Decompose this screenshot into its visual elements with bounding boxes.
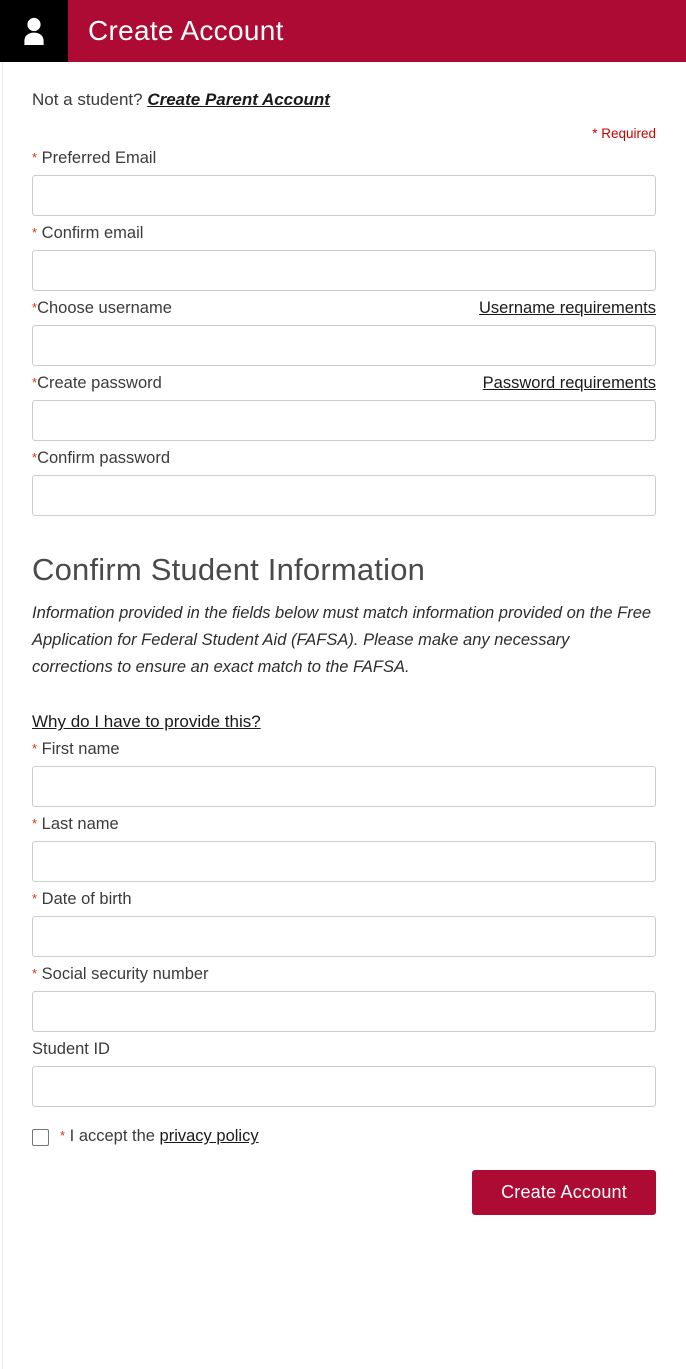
field-header: Student ID [32,1039,656,1061]
input-first-name[interactable] [32,766,656,808]
account-fields-group: * Preferred Email * Confirm email *Choose … [32,148,656,517]
field-label: * First name [32,740,120,759]
field-label: * Social security number [32,965,209,984]
required-asterisk: * [32,891,38,907]
input-confirm-email[interactable] [32,250,656,292]
accept-privacy-label: * I accept the privacy policy [60,1127,259,1147]
field-header: *Choose username Username requirements [32,298,656,320]
input-social-security-number[interactable] [32,991,656,1033]
input-student-id[interactable] [32,1066,656,1108]
field-date-of-birth: * Date of birth [32,889,656,958]
field-student-id: Student ID [32,1039,656,1108]
required-note: * Required [592,126,656,142]
field-label: *Confirm password [32,449,171,468]
required-asterisk: * [32,225,38,241]
input-preferred-email[interactable] [32,175,656,217]
input-choose-username[interactable] [32,325,656,367]
create-account-button[interactable]: Create Account [472,1169,656,1215]
field-header: * Confirm email [32,223,656,245]
field-last-name: * Last name [32,814,656,883]
confirm-student-information-heading: Confirm Student Information [32,552,426,588]
field-label: Student ID [32,1040,110,1059]
input-last-name[interactable] [32,841,656,883]
field-header: *Create password Password requirements [32,373,656,395]
input-confirm-password[interactable] [32,475,656,517]
field-confirm-email: * Confirm email [32,223,656,292]
field-header: * Last name [32,814,656,836]
field-create-password: *Create password Password requirements [32,373,656,442]
field-header: * First name [32,739,656,761]
field-first-name: * First name [32,739,656,808]
accept-text: I accept the [69,1127,160,1146]
not-a-student-label: Not a student? [32,90,148,109]
required-asterisk: * [32,150,38,166]
field-header: * Date of birth [32,889,656,911]
field-choose-username: *Choose username Username requirements [32,298,656,367]
field-header: * Social security number [32,964,656,986]
accept-privacy-checkbox[interactable] [32,1128,49,1146]
username-requirements-link[interactable]: Username requirements [479,299,656,318]
field-label: * Preferred Email [32,149,157,168]
field-label: *Create password [32,374,162,393]
field-header: *Confirm password [32,448,656,470]
required-asterisk: * [32,816,38,832]
why-provide-this-link[interactable]: Why do I have to provide this? [32,712,261,732]
page-title: Create Account [88,15,284,46]
field-social-security-number: * Social security number [32,964,656,1033]
required-asterisk: * [32,741,38,757]
accept-privacy-row: * I accept the privacy policy [32,1127,656,1147]
create-parent-account-link[interactable]: Create Parent Account [147,90,330,109]
required-asterisk: * [32,966,38,982]
privacy-policy-link[interactable]: privacy policy [160,1127,259,1145]
field-label: * Last name [32,815,119,834]
not-a-student-line: Not a student? Create Parent Account [32,62,656,110]
page-header: Create Account [0,0,686,62]
field-confirm-password: *Confirm password [32,448,656,517]
field-header: * Preferred Email [32,148,656,170]
password-requirements-link[interactable]: Password requirements [483,374,656,393]
required-asterisk: * [32,375,38,391]
field-label: * Date of birth [32,890,132,909]
required-asterisk: * [32,300,38,316]
section-description: Information provided in the fields below… [32,604,652,677]
field-label: * Confirm email [32,224,144,243]
field-label: *Choose username [32,299,172,318]
input-create-password[interactable] [32,400,656,442]
submit-row: Create Account [32,1169,656,1215]
field-preferred-email: * Preferred Email [32,148,656,217]
student-fields-group: * First name * Last name * Date of birth * … [32,739,656,1108]
page-body: Not a student? Create Parent Account * R… [0,62,686,1369]
person-icon-container [0,0,68,62]
required-asterisk: * [32,450,38,466]
required-asterisk: * [60,1128,66,1144]
input-date-of-birth[interactable] [32,916,656,958]
person-icon [17,14,51,48]
